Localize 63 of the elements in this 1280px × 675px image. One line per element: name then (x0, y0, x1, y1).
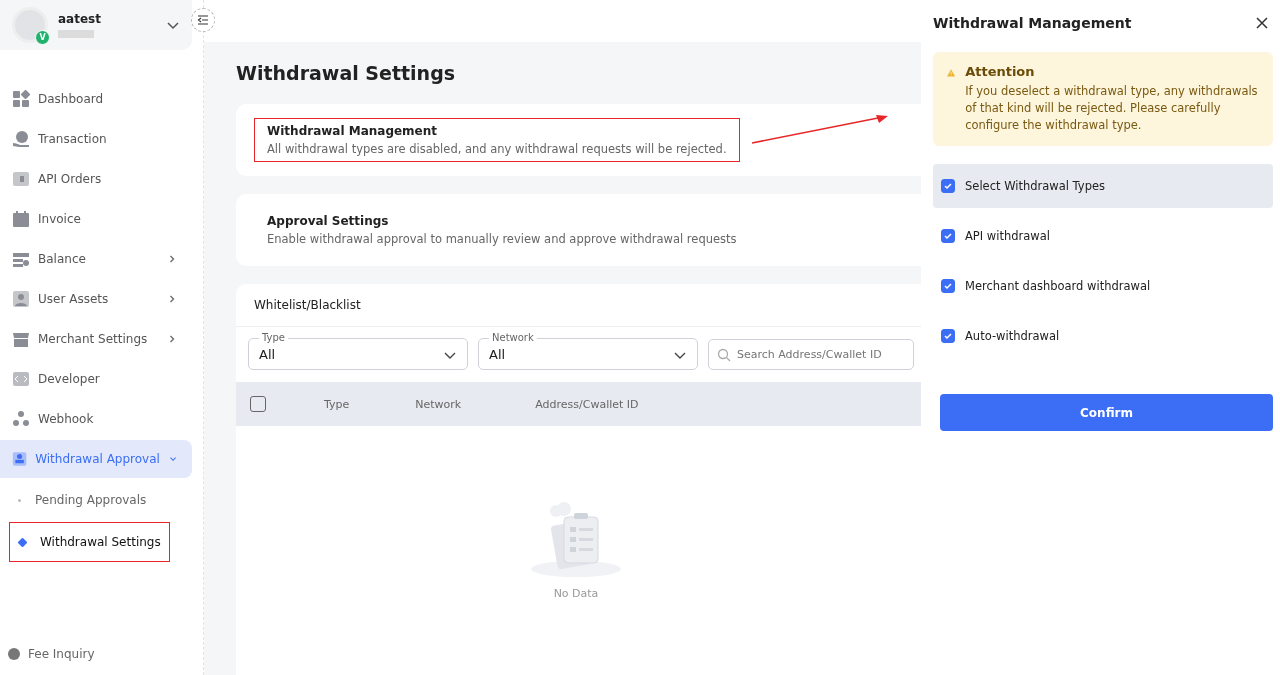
drawer-title: Withdrawal Management (933, 15, 1132, 31)
info-icon (8, 648, 20, 660)
sidebar-item[interactable]: Webhook (0, 400, 192, 438)
sidebar-item[interactable]: Developer (0, 360, 192, 398)
settings-card[interactable]: Approval Settings Enable withdrawal approval to manually review and approve withdrawal requests (236, 194, 921, 266)
stamp-icon (12, 450, 28, 468)
empty-state-text: No Data (553, 587, 599, 600)
alert-text: If you deselect a withdrawal type, any withdrawals of that kind will be rejected. Please carefully configure the withdrawal type. (965, 83, 1259, 134)
grid-icon (12, 90, 30, 108)
checkbox[interactable] (941, 329, 955, 343)
plug-icon (12, 170, 30, 188)
card-description: Enable withdrawal approval to manually review and approve withdrawal requests (267, 232, 737, 246)
section-title: Whitelist/Blacklist (254, 298, 361, 312)
checkmark-icon (943, 281, 953, 291)
checkbox[interactable] (941, 229, 955, 243)
select-field[interactable]: Type All (248, 332, 468, 370)
account-card[interactable]: V aatest (0, 0, 192, 50)
confirm-button[interactable]: Confirm (940, 394, 1273, 431)
checkbox-option[interactable]: Merchant dashboard withdrawal (933, 264, 1273, 308)
search-icon (717, 348, 731, 362)
column-header: Network (415, 397, 462, 411)
checkbox-option[interactable]: Auto-withdrawal (933, 314, 1273, 358)
checkbox[interactable] (941, 279, 955, 293)
settings-card[interactable]: Withdrawal Management All withdrawal types are disabled, and any withdrawal requests will be rejected. (236, 104, 921, 176)
checkbox[interactable] (941, 179, 955, 193)
select-field[interactable]: Network All (478, 332, 698, 370)
sidebar-item[interactable]: Transaction (0, 120, 192, 158)
person-icon (12, 290, 30, 308)
sidebar-item[interactable]: Dashboard (0, 80, 192, 118)
sidebar-item[interactable]: Merchant Settings (0, 320, 192, 358)
bullet-icon (17, 537, 28, 547)
store-icon (12, 330, 30, 348)
sidebar-item[interactable]: Invoice (0, 200, 192, 238)
sidebar-item[interactable]: Withdrawal Approval (0, 440, 192, 478)
select-all-checkbox[interactable] (250, 396, 266, 412)
sidebar-item[interactable]: API Orders (0, 160, 192, 198)
checkbox-option[interactable]: API withdrawal (933, 214, 1273, 258)
sidebar-item[interactable]: Balance (0, 240, 192, 278)
sidebar-subitem[interactable]: Pending Approvals (0, 482, 192, 518)
checkmark-icon (943, 181, 953, 191)
verified-badge: V (35, 30, 50, 45)
checkmark-icon (943, 331, 953, 341)
user-name: aatest (58, 12, 102, 26)
checkmark-icon (943, 231, 953, 241)
sidebar-subitem[interactable]: Withdrawal Settings (9, 522, 170, 562)
close-icon[interactable] (1255, 16, 1269, 30)
bullet-icon (18, 498, 21, 502)
webhook-icon (12, 410, 30, 428)
sidebar-item[interactable]: User Assets (0, 280, 192, 318)
page-title: Withdrawal Settings (236, 62, 457, 84)
fee-inquiry-link[interactable]: Fee Inquiry (28, 647, 95, 661)
search-field[interactable]: Search Address/Cwallet ID (708, 339, 914, 370)
code-icon (12, 370, 30, 388)
card-description: All withdrawal types are disabled, and any withdrawal requests will be rejected. (267, 142, 727, 156)
column-header: Type (324, 397, 350, 411)
column-header: Address/Cwallet ID (535, 397, 639, 411)
wallet-icon (12, 250, 30, 268)
card-title: Approval Settings (267, 214, 390, 228)
card-title: Withdrawal Management (267, 124, 439, 138)
alert-title: Attention (965, 64, 1036, 79)
coin-hand-icon (12, 130, 30, 148)
blurred-id (58, 30, 94, 38)
calendar-icon (12, 210, 30, 228)
